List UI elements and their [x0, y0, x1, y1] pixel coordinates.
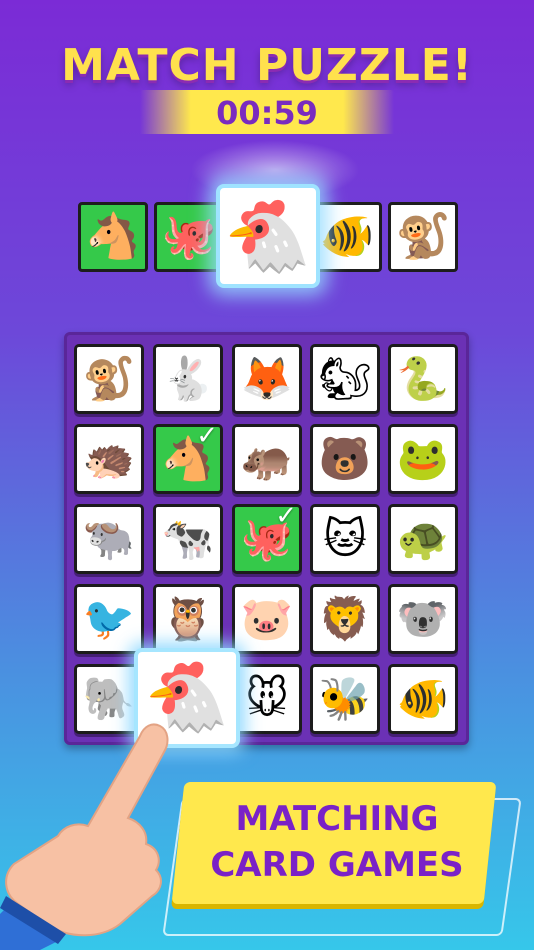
board-card-owl[interactable]: 🦉 [153, 584, 223, 654]
lion-icon: 🦁 [318, 594, 372, 643]
pointing-hand-icon [0, 723, 169, 950]
board-card-bear[interactable]: 🐻 [310, 424, 380, 494]
hedgehog-icon: 🦔 [82, 434, 136, 483]
monkey-icon: 🐒 [395, 211, 451, 262]
board-card-frog[interactable]: 🐸 [388, 424, 458, 494]
tray-card-fish[interactable]: 🐠 [312, 202, 382, 272]
checkmark-icon: ✓ [275, 501, 297, 531]
monkey-icon: 🐒 [82, 354, 136, 403]
board-card-squirrel[interactable]: 🐿 [310, 344, 380, 414]
banner-line-1: MATCHING [235, 799, 439, 839]
octopus-icon: 🐙 [161, 211, 217, 262]
tray-card-horse[interactable]: 🐴 [78, 202, 148, 272]
board-card-cow[interactable]: 🐄 [153, 504, 223, 574]
board-card-octopus[interactable]: 🐙 ✓ [232, 501, 302, 574]
wasp-icon: 🐝 [318, 674, 372, 723]
board-card-lion[interactable]: 🦁 [310, 584, 380, 654]
rabbit-icon: 🐇 [161, 354, 215, 403]
cow-icon: 🐄 [161, 514, 215, 563]
checkmark-icon: ✓ [196, 421, 218, 451]
board-card-yak[interactable]: 🐃 [74, 504, 144, 574]
tray-selected-card[interactable]: 🐔 [216, 184, 320, 288]
snake-icon: 🐍 [396, 354, 450, 403]
banner-text: MATCHING CARD GAMES [180, 796, 494, 888]
board-card-snake[interactable]: 🐍 [388, 344, 458, 414]
sparrow-icon: 🐦 [82, 594, 136, 643]
board-card-sparrow[interactable]: 🐦 [74, 584, 144, 654]
board-card-pig[interactable]: 🐷 [232, 584, 302, 654]
board-card-fish[interactable]: 🐠 [388, 664, 458, 734]
board-card-rabbit[interactable]: 🐇 [153, 344, 223, 414]
board-card-mouse[interactable]: 🐭 [232, 664, 302, 734]
board-card-cat[interactable]: 🐱 [310, 504, 380, 574]
banner-line-2: CARD GAMES [210, 845, 464, 885]
cat-icon: 🐱 [323, 514, 367, 563]
frog-icon: 🐸 [396, 434, 450, 483]
game-title: MATCH PUZZLE! [61, 40, 473, 91]
board-card-hedgehog[interactable]: 🦔 [74, 424, 144, 494]
fox-icon: 🦊 [240, 354, 294, 403]
yak-icon: 🐃 [82, 514, 136, 563]
mouse-icon: 🐭 [245, 674, 289, 723]
hippo-icon: 🦛 [240, 434, 294, 483]
horse-icon: 🐴 [85, 211, 141, 262]
fish-icon: 🐠 [396, 674, 450, 723]
board-card-fox[interactable]: 🦊 [232, 344, 302, 414]
tray-card-monkey[interactable]: 🐒 [388, 202, 458, 272]
turtle-icon: 🐢 [396, 514, 450, 563]
squirrel-icon: 🐿 [318, 354, 372, 403]
fish-icon: 🐠 [319, 211, 375, 262]
bear-icon: 🐻 [318, 434, 372, 483]
board-card-koala[interactable]: 🐨 [388, 584, 458, 654]
koala-icon: 🐨 [396, 594, 450, 643]
pig-icon: 🐷 [240, 594, 294, 643]
owl-icon: 🦉 [161, 594, 215, 643]
elephant-icon: 🐘 [82, 674, 136, 723]
tray-card-octopus[interactable]: 🐙 [154, 202, 224, 272]
board-card-hippo[interactable]: 🦛 [232, 424, 302, 494]
board-card-monkey[interactable]: 🐒 [74, 344, 144, 414]
board-card-wasp[interactable]: 🐝 [310, 664, 380, 734]
countdown-timer: 00:59 [216, 94, 318, 132]
board-card-horse[interactable]: 🐴 ✓ [153, 421, 223, 494]
board-card-turtle[interactable]: 🐢 [388, 504, 458, 574]
chicken-icon: 🐔 [224, 195, 312, 277]
